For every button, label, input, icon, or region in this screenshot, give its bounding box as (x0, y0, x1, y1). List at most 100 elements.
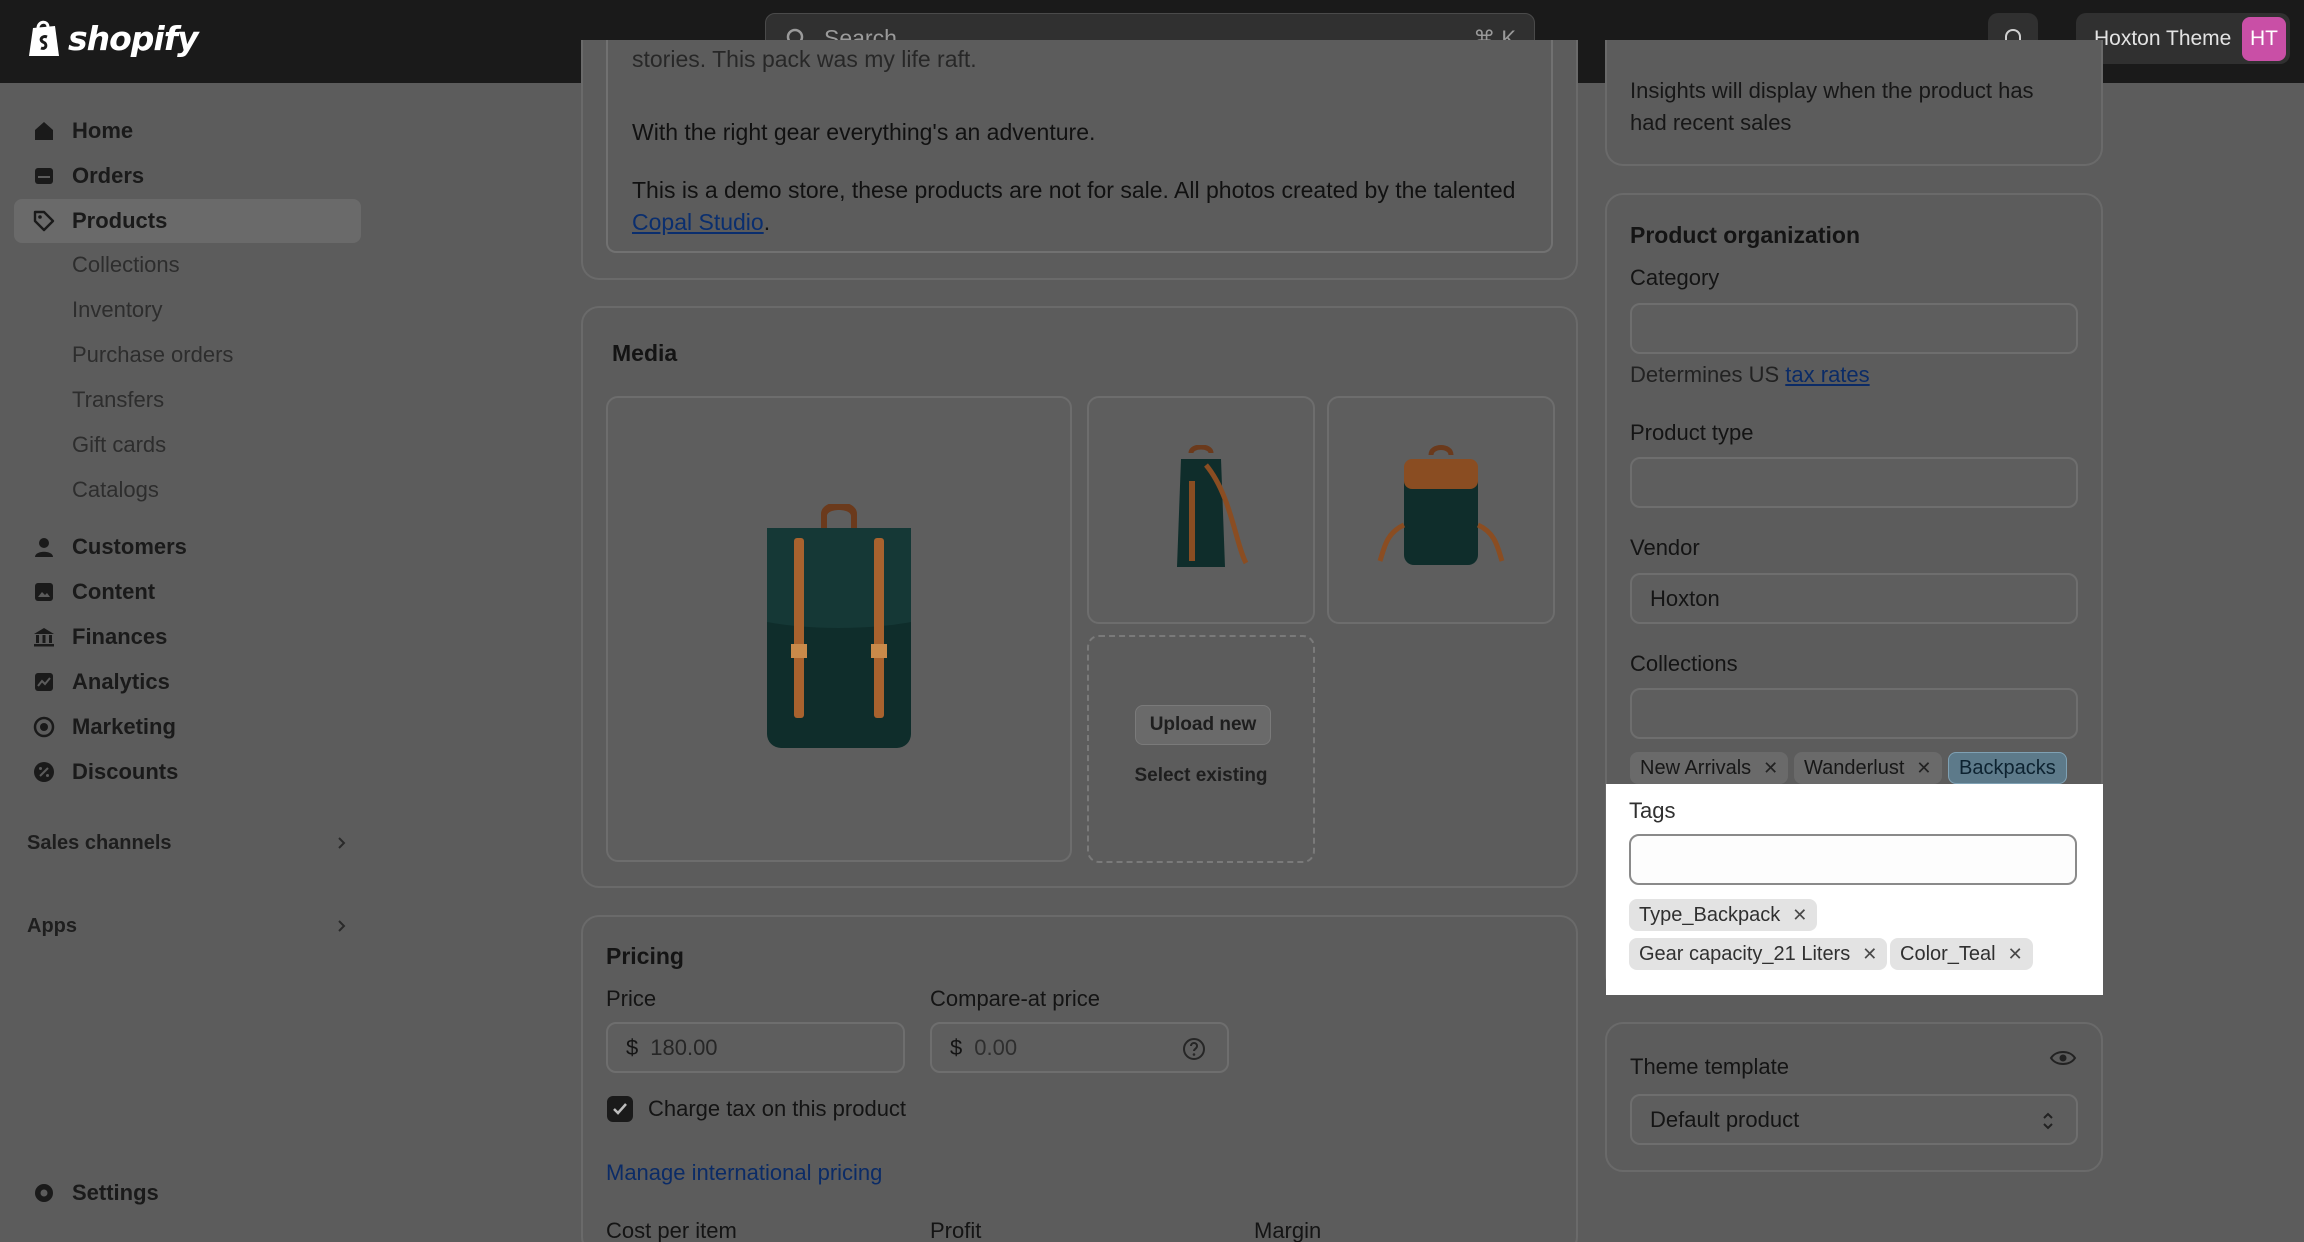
sidebar-item-content[interactable]: Content (14, 570, 361, 614)
sidebar-item-customers[interactable]: Customers (14, 525, 361, 569)
sidebar-item-label: Settings (72, 1180, 159, 1205)
sidebar-subitem-catalogs[interactable]: Catalogs (14, 470, 361, 510)
pricing-card: Pricing Price $ 180.00 Compare-at price … (581, 915, 1578, 1242)
sidebar-item-home[interactable]: Home (14, 109, 361, 153)
backpack-front-image (767, 504, 911, 748)
media-upload-dropzone[interactable]: Upload new Select existing (1087, 635, 1315, 863)
sidebar-item-products[interactable]: Products (14, 199, 361, 243)
orders-icon (35, 168, 53, 184)
collection-chip-suggestion[interactable]: Backpacks (1948, 752, 2067, 784)
shopify-logo[interactable]: shopify (26, 18, 199, 58)
tag-chip: Color_Teal ✕ (1890, 938, 2033, 970)
sidebar-item-orders[interactable]: Orders (14, 154, 361, 198)
remove-icon[interactable]: ✕ (2008, 944, 2023, 965)
compare-at-price-input[interactable]: $ 0.00 (930, 1022, 1229, 1073)
sidebar-item-label: Content (72, 579, 156, 604)
manage-international-pricing-link[interactable]: Manage international pricing (606, 1160, 882, 1186)
sidebar-subitem-collections[interactable]: Collections (14, 245, 361, 285)
eye-icon[interactable] (2049, 1048, 2077, 1068)
select-existing-link[interactable]: Select existing (1089, 765, 1313, 787)
sidebar-item-settings[interactable]: Settings (14, 1171, 361, 1215)
theme-template-value: Default product (1650, 1106, 1800, 1132)
charge-tax-label: Charge tax on this product (648, 1096, 907, 1121)
avatar: HT (2242, 16, 2286, 61)
chip-label: Wanderlust (1804, 756, 1905, 779)
category-input[interactable] (1630, 303, 2078, 354)
help-icon[interactable] (1181, 1036, 1207, 1062)
tag-icon (33, 210, 55, 232)
sidebar-item-label: Orders (72, 163, 145, 188)
tag-chip: Gear capacity_21 Liters ✕ (1629, 938, 1888, 970)
vendor-input[interactable]: Hoxton (1630, 573, 2078, 624)
remove-icon[interactable]: ✕ (1792, 905, 1807, 926)
media-thumbnail[interactable] (1087, 396, 1315, 624)
chip-label: New Arrivals (1640, 756, 1752, 779)
target-icon (33, 716, 55, 738)
price-value: 180.00 (650, 1034, 718, 1060)
description-line: This is a demo store, these products are… (632, 177, 1516, 203)
description-line: stories. This pack was my life raft. (632, 46, 977, 72)
media-card: Media Upload new Select existing (581, 306, 1578, 888)
sidebar-item-discounts[interactable]: Discounts (14, 750, 361, 794)
backpack-side-image (1177, 445, 1249, 567)
compare-at-price-label: Compare-at price (930, 986, 1100, 1011)
description-editor[interactable]: stories. This pack was my life raft. Wit… (606, 40, 1553, 253)
home-icon (35, 122, 53, 140)
theme-template-select[interactable]: Default product (1630, 1094, 2078, 1145)
tax-rates-link[interactable]: tax rates (1785, 362, 1869, 387)
copal-studio-link[interactable]: Copal Studio (632, 209, 764, 235)
chevron-right-icon (338, 920, 346, 932)
description-card: stories. This pack was my life raft. Wit… (581, 40, 1578, 280)
sidebar-subitem-label: Gift cards (72, 432, 167, 457)
sidebar-item-label: Customers (72, 534, 187, 559)
brand-name: shopify (68, 18, 199, 58)
sidebar-item-finances[interactable]: Finances (14, 615, 361, 659)
sidebar-item-label: Marketing (72, 714, 176, 739)
sidebar-subitem-gift-cards[interactable]: Gift cards (14, 425, 361, 465)
insights-message: Insights will display when the product h… (1630, 75, 2034, 139)
theme-template-label: Theme template (1630, 1054, 1789, 1079)
insights-line: Insights will display when the product h… (1630, 78, 2034, 103)
sidebar-subitem-label: Transfers (72, 387, 165, 412)
checkmark-icon (613, 1103, 627, 1115)
sidebar-subitem-inventory[interactable]: Inventory (14, 290, 361, 330)
theme-template-card: Theme template Default product (1605, 1022, 2103, 1172)
upload-new-button[interactable]: Upload new (1135, 705, 1271, 745)
charge-tax-checkbox[interactable] (607, 1096, 633, 1122)
price-input[interactable]: $ 180.00 (606, 1022, 905, 1073)
remove-icon[interactable]: ✕ (1763, 758, 1778, 779)
tags-input[interactable] (1629, 834, 2077, 885)
sidebar-subitem-transfers[interactable]: Transfers (14, 380, 361, 420)
sidebar-item-marketing[interactable]: Marketing (14, 705, 361, 749)
select-arrows-icon (2043, 1112, 2053, 1130)
store-menu-button[interactable]: Hoxton Theme HT (2076, 13, 2290, 64)
media-main-image[interactable] (606, 396, 1072, 862)
description-period: . (763, 209, 771, 235)
sidebar-subitem-label: Collections (72, 252, 180, 277)
currency-prefix: $ (626, 1034, 639, 1060)
tags-label: Tags (1629, 798, 1676, 823)
product-type-input[interactable] (1630, 457, 2078, 508)
collections-label: Collections (1630, 651, 1738, 676)
chip-label: Color_Teal (1900, 942, 1996, 965)
collections-input[interactable] (1630, 688, 2078, 739)
remove-icon[interactable]: ✕ (1862, 944, 1877, 965)
sidebar-section-sales-channels[interactable]: Sales channels (14, 823, 361, 863)
hint-text: Determines US (1630, 362, 1780, 387)
tags-section: Tags Type_Backpack ✕ Gear capacity_21 Li… (1606, 784, 2103, 995)
product-organization-title: Product organization (1630, 222, 1860, 248)
description-line: With the right gear everything's an adve… (632, 119, 1096, 145)
content-icon (35, 583, 53, 601)
remove-icon[interactable]: ✕ (1916, 758, 1931, 779)
chip-label: Type_Backpack (1639, 903, 1781, 926)
store-name: Hoxton Theme (2094, 26, 2232, 50)
sidebar-item-analytics[interactable]: Analytics (14, 660, 361, 704)
product-type-label: Product type (1630, 420, 1754, 445)
description-line: Copal Studio. (632, 209, 770, 236)
sidebar-subitem-purchase-orders[interactable]: Purchase orders (14, 335, 361, 375)
media-thumbnail[interactable] (1327, 396, 1555, 624)
sidebar-subitem-label: Inventory (72, 297, 163, 322)
sidebar-section-apps[interactable]: Apps (14, 906, 361, 946)
profit-label: Profit (930, 1218, 982, 1242)
sidebar-subitem-label: Catalogs (72, 477, 159, 502)
